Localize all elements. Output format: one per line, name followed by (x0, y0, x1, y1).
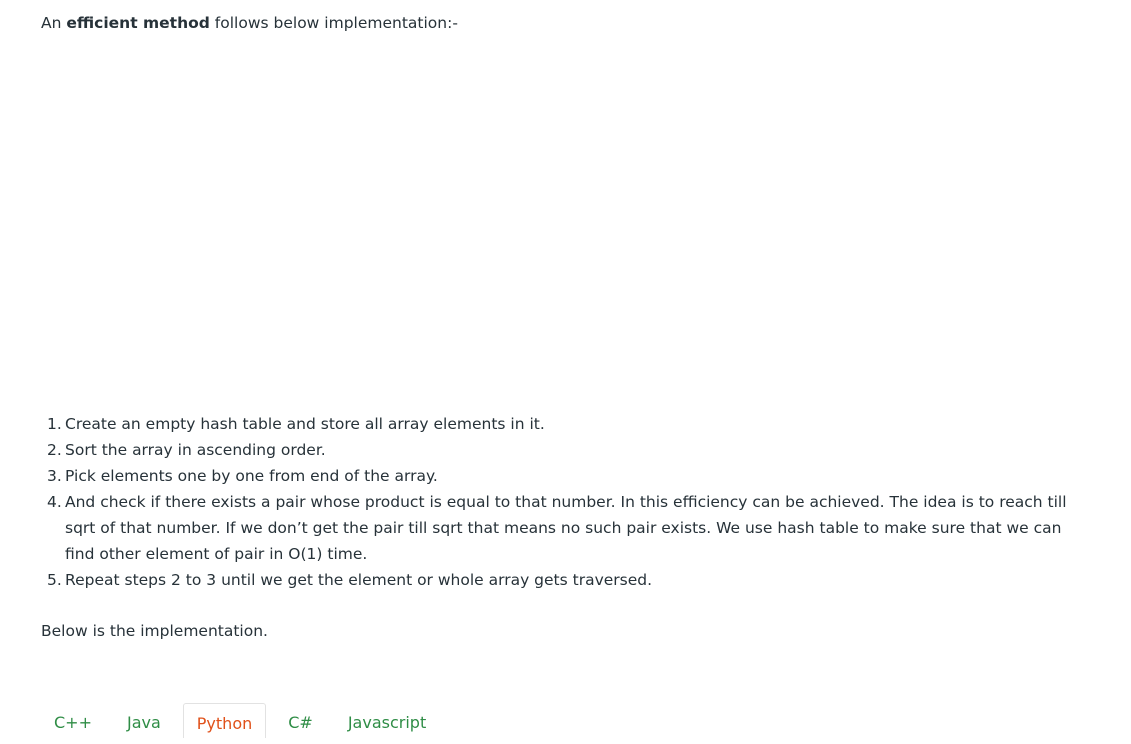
list-item: 3. Pick elements one by one from end of t… (47, 463, 1075, 489)
implementation-note: Below is the implementation. (41, 622, 268, 640)
list-item-text: Repeat steps 2 to 3 until we get the ele… (65, 571, 653, 589)
tab-java[interactable]: Java (114, 703, 174, 738)
list-item-text: Sort the array in ascending order. (65, 441, 326, 459)
list-item-number: 5. (47, 571, 62, 589)
tab-csharp[interactable]: C# (275, 703, 326, 738)
list-item-text: And check if there exists a pair whose p… (65, 493, 1067, 563)
tab-python[interactable]: Python (182, 703, 267, 738)
list-item-text: Create an empty hash table and store all… (65, 415, 545, 433)
list-item: 4. And check if there exists a pair whose… (47, 489, 1075, 567)
list-item-text: Pick elements one by one from end of the… (65, 467, 438, 485)
intro-suffix: follows below implementation:- (209, 14, 458, 32)
list-item: 5. Repeat steps 2 to 3 until we get the e… (47, 567, 1075, 593)
list-item-number: 2. (47, 441, 62, 459)
language-tabs: C++ Java Python C# Javascript (41, 703, 439, 738)
tab-javascript[interactable]: Javascript (335, 703, 439, 738)
list-item-number: 3. (47, 467, 62, 485)
intro-prefix: An (41, 14, 67, 32)
steps-list: 1. Create an empty hash table and store a… (47, 411, 1075, 593)
list-item-number: 1. (47, 415, 62, 433)
intro-paragraph: An efficient method follows below implem… (41, 11, 458, 35)
list-item-number: 4. (47, 493, 62, 511)
list-item: 2. Sort the array in ascending order. (47, 437, 1075, 463)
intro-emphasis: efficient method (66, 14, 210, 32)
tab-cpp[interactable]: C++ (41, 703, 105, 738)
list-item: 1. Create an empty hash table and store a… (47, 411, 1075, 437)
